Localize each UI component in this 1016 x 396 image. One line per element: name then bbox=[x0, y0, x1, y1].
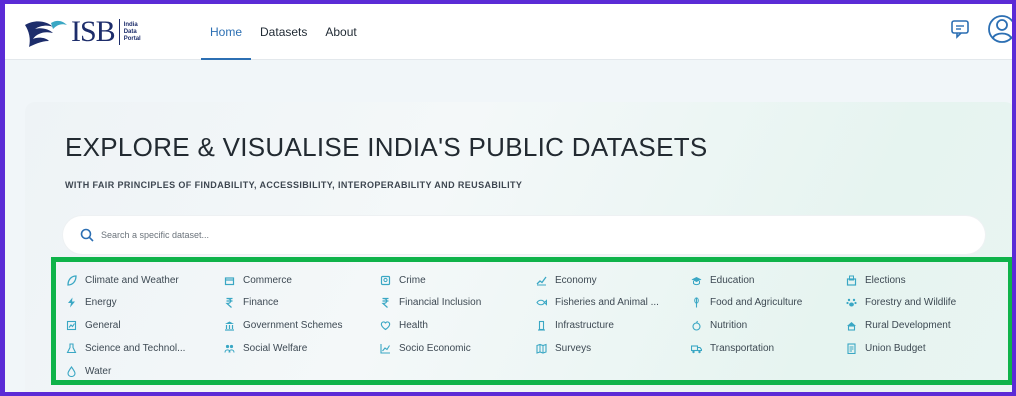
category-label: Government Schemes bbox=[243, 319, 343, 331]
category-label: Socio Economic bbox=[399, 342, 471, 354]
category-item[interactable]: Commerce bbox=[223, 272, 292, 288]
category-item[interactable]: Union Budget bbox=[845, 340, 926, 356]
people-icon bbox=[223, 342, 235, 354]
rupee-icon bbox=[223, 296, 235, 308]
nav-links: Home Datasets About bbox=[201, 4, 366, 60]
logo-sub-line: Portal bbox=[123, 35, 141, 42]
storefront-icon bbox=[223, 274, 235, 286]
category-label: Forestry and Wildlife bbox=[865, 296, 957, 308]
category-label: Rural Development bbox=[865, 319, 951, 331]
category-label: Finance bbox=[243, 296, 279, 308]
document-icon bbox=[845, 342, 857, 354]
map-icon bbox=[535, 342, 547, 354]
category-label: Surveys bbox=[555, 342, 592, 354]
category-item[interactable]: Fisheries and Animal ... bbox=[535, 294, 659, 310]
fish-icon bbox=[535, 296, 547, 308]
browser-viewport: ISB India Data Portal Home Datasets Abou… bbox=[0, 0, 1016, 396]
logo-wordmark: ISB bbox=[71, 15, 116, 48]
bolt-icon bbox=[65, 296, 77, 308]
category-item[interactable]: Water bbox=[65, 363, 111, 379]
category-item[interactable]: Infrastructure bbox=[535, 317, 614, 333]
category-label: Infrastructure bbox=[555, 319, 614, 331]
category-item[interactable]: Food and Agriculture bbox=[690, 294, 802, 310]
logo-divider bbox=[118, 19, 120, 45]
category-label: Transportation bbox=[710, 342, 775, 354]
category-label: Food and Agriculture bbox=[710, 296, 803, 308]
rupee-icon bbox=[379, 296, 391, 308]
category-label: Nutrition bbox=[710, 319, 748, 331]
category-label: Climate and Weather bbox=[85, 274, 179, 286]
search-icon bbox=[80, 228, 94, 242]
category-item[interactable]: Crime bbox=[379, 272, 426, 288]
logo-sub-line: Data bbox=[123, 28, 137, 35]
nav-datasets[interactable]: Datasets bbox=[251, 4, 316, 60]
category-label: Health bbox=[399, 319, 428, 331]
category-label: Education bbox=[710, 274, 755, 286]
category-item[interactable]: Education bbox=[690, 272, 754, 288]
category-item[interactable]: General bbox=[65, 317, 121, 333]
heart-icon bbox=[379, 319, 391, 331]
category-label: Elections bbox=[865, 274, 906, 286]
category-item[interactable]: Science and Technol... bbox=[65, 340, 185, 356]
nav-about[interactable]: About bbox=[316, 4, 365, 60]
category-label: Crime bbox=[399, 274, 426, 286]
category-label: Social Welfare bbox=[243, 342, 308, 354]
isb-logo[interactable]: ISB India Data Portal bbox=[23, 12, 141, 52]
graduation-icon bbox=[690, 274, 702, 286]
category-label: Financial Inclusion bbox=[399, 296, 482, 308]
category-item[interactable]: Elections bbox=[845, 272, 906, 288]
category-item[interactable]: Transportation bbox=[690, 340, 774, 356]
leaf-icon bbox=[65, 274, 77, 286]
hero-title: EXPLORE & VISUALISE INDIA'S PUBLIC DATAS… bbox=[65, 132, 708, 162]
feedback-icon[interactable] bbox=[949, 18, 971, 40]
category-item[interactable]: Finance bbox=[223, 294, 279, 310]
logo-sub-line: India bbox=[123, 21, 138, 28]
category-item[interactable]: Financial Inclusion bbox=[379, 294, 481, 310]
pillar-icon bbox=[535, 319, 547, 331]
category-item[interactable]: Economy bbox=[535, 272, 597, 288]
chart-icon bbox=[65, 319, 77, 331]
category-label: Energy bbox=[85, 296, 117, 308]
building-icon bbox=[223, 319, 235, 331]
category-label: General bbox=[85, 319, 121, 331]
hut-icon bbox=[845, 319, 857, 331]
category-item[interactable]: Forestry and Wildlife bbox=[845, 294, 956, 310]
category-item[interactable]: Surveys bbox=[535, 340, 591, 356]
user-account-icon[interactable] bbox=[987, 14, 1016, 44]
search-input[interactable] bbox=[101, 230, 901, 240]
category-label: Union Budget bbox=[865, 342, 926, 354]
truck-icon bbox=[690, 342, 702, 354]
category-item[interactable]: Climate and Weather bbox=[65, 272, 179, 288]
hero-subtitle: WITH FAIR PRINCIPLES OF FINDABILITY, ACC… bbox=[65, 180, 523, 190]
category-label: Water bbox=[85, 365, 112, 377]
flask-icon bbox=[65, 342, 77, 354]
dataset-search-bar[interactable] bbox=[63, 216, 985, 254]
category-item[interactable]: Health bbox=[379, 317, 428, 333]
top-nav: ISB India Data Portal Home Datasets Abou… bbox=[5, 4, 1012, 60]
category-item[interactable]: Rural Development bbox=[845, 317, 951, 333]
drop-icon bbox=[65, 365, 77, 377]
category-item[interactable]: Socio Economic bbox=[379, 340, 471, 356]
bird-logo-icon bbox=[25, 20, 67, 47]
apple-icon bbox=[690, 319, 702, 331]
ballot-icon bbox=[845, 274, 857, 286]
category-label: Economy bbox=[555, 274, 597, 286]
paw-icon bbox=[845, 296, 857, 308]
wheat-icon bbox=[690, 296, 702, 308]
line-chart-icon bbox=[379, 342, 391, 354]
category-label: Science and Technol... bbox=[85, 342, 186, 354]
category-label: Fisheries and Animal ... bbox=[555, 296, 659, 308]
nav-home[interactable]: Home bbox=[201, 4, 252, 60]
category-item[interactable]: Government Schemes bbox=[223, 317, 343, 333]
logo-subtitle: India Data Portal bbox=[124, 22, 141, 43]
badge-icon bbox=[379, 274, 391, 286]
category-item[interactable]: Social Welfare bbox=[223, 340, 307, 356]
category-item[interactable]: Energy bbox=[65, 294, 117, 310]
category-label: Commerce bbox=[243, 274, 292, 286]
trend-icon bbox=[535, 274, 547, 286]
category-item[interactable]: Nutrition bbox=[690, 317, 747, 333]
